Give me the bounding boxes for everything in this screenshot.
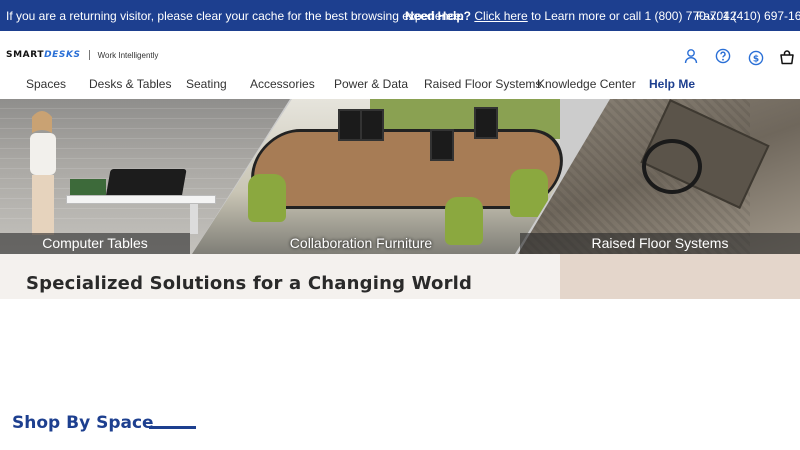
shop-by-space-heading: Shop By Space	[12, 413, 154, 433]
cache-message: If you are a returning visitor, please c…	[6, 9, 465, 23]
price-icon[interactable]: $	[748, 50, 764, 66]
nav-item-accessories[interactable]: Accessories	[250, 77, 315, 91]
desk-top	[66, 195, 216, 204]
logo-divider	[88, 50, 90, 60]
announcement-bar: If you are a returning visitor, please c…	[0, 0, 800, 31]
chair-3	[510, 169, 548, 217]
nav-item-power-data[interactable]: Power & Data	[334, 77, 408, 91]
heading-underline	[149, 426, 196, 429]
solutions-banner-accent	[560, 254, 800, 299]
cart-icon[interactable]	[779, 49, 795, 65]
caption-collaboration-furniture[interactable]: Collaboration Furniture	[196, 233, 526, 254]
svg-text:$: $	[753, 55, 759, 65]
help-message: Need Help? Click here to Learn more or c…	[405, 9, 737, 23]
caption-raised-floor[interactable]: Raised Floor Systems	[520, 233, 800, 254]
desk-leg	[190, 204, 198, 234]
hero-banner: Computer Tables Collaboration Furniture …	[0, 99, 800, 254]
monitor-3	[430, 129, 454, 161]
nav-item-raised-floor[interactable]: Raised Floor Systems	[424, 77, 541, 91]
click-here-link[interactable]: Click here	[474, 9, 527, 23]
nav-item-help-me[interactable]: Help Me	[649, 77, 695, 91]
solutions-banner: Specialized Solutions for a Changing Wor…	[0, 254, 560, 299]
need-help-label: Need Help?	[405, 9, 472, 23]
fax-number: Fax: 1 (410) 697-1614	[696, 9, 800, 23]
book-stack	[70, 179, 106, 195]
site-logo[interactable]: SMARTDESKS Work Intelligently	[6, 48, 158, 62]
main-nav: Spaces Desks & Tables Seating Accessorie…	[0, 77, 800, 93]
cable-coil	[642, 139, 702, 194]
nav-item-seating[interactable]: Seating	[186, 77, 227, 91]
solutions-title: Specialized Solutions for a Changing Wor…	[26, 273, 473, 294]
logo-brand: SMARTDESKS	[6, 50, 81, 60]
user-icon[interactable]	[683, 48, 699, 64]
monitor-2	[360, 109, 384, 141]
monitor-1	[338, 109, 362, 141]
caption-computer-tables[interactable]: Computer Tables	[0, 233, 190, 254]
logo-tagline: Work Intelligently	[97, 50, 159, 60]
nav-item-knowledge-center[interactable]: Knowledge Center	[537, 77, 636, 91]
nav-item-desks-tables[interactable]: Desks & Tables	[89, 77, 171, 91]
nav-item-spaces[interactable]: Spaces	[26, 77, 66, 91]
monitor-4	[474, 107, 498, 139]
chair-1	[248, 174, 286, 222]
help-icon[interactable]	[715, 48, 731, 64]
person-figure	[30, 111, 56, 235]
